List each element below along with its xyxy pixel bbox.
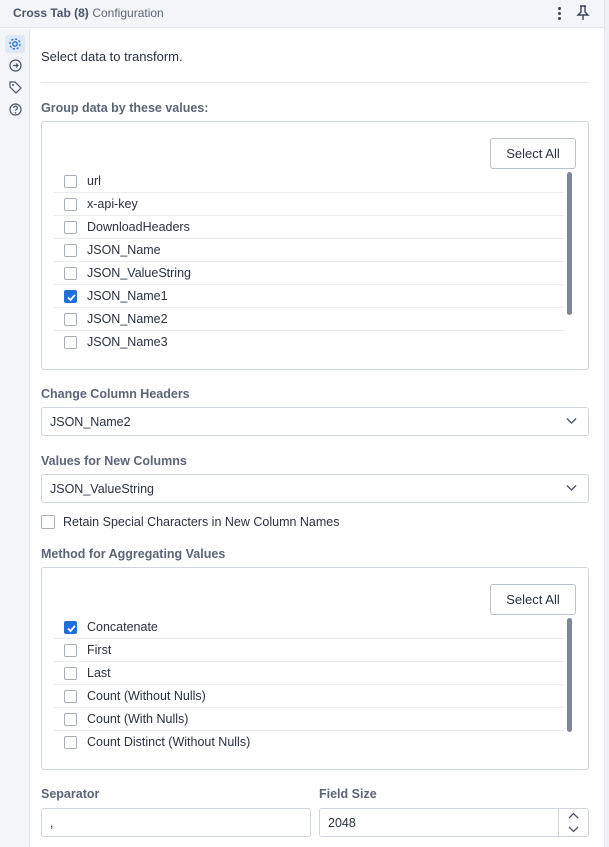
list-item[interactable]: x-api-key	[54, 193, 564, 216]
item-checkbox[interactable]	[64, 336, 77, 349]
item-checkbox[interactable]	[64, 713, 77, 726]
pin-icon[interactable]	[576, 5, 590, 21]
separator-label: Separator	[41, 787, 100, 801]
field-size-stepper[interactable]	[558, 809, 588, 836]
item-label: Concatenate	[87, 620, 158, 634]
item-label: JSON_ValueString	[87, 266, 191, 280]
item-checkbox[interactable]	[64, 621, 77, 634]
list-item[interactable]: JSON_Name2	[54, 308, 564, 331]
list-item[interactable]: Count (Without Nulls)	[54, 685, 564, 708]
field-size-input[interactable]	[319, 808, 589, 837]
item-label: x-api-key	[87, 197, 138, 211]
gear-icon[interactable]	[5, 35, 25, 53]
chevron-down-icon	[568, 826, 579, 833]
item-checkbox[interactable]	[64, 267, 77, 280]
list-item[interactable]: Last	[54, 662, 564, 685]
item-label: JSON_Name1	[87, 289, 168, 303]
group-by-label: Group data by these values:	[41, 101, 209, 115]
chevron-up-icon	[568, 812, 579, 819]
item-label: JSON_Name	[87, 243, 161, 257]
list-item[interactable]: Count Distinct (Without Nulls)	[54, 731, 564, 754]
headers-dropdown[interactable]: JSON_Name2	[41, 407, 589, 436]
window-subtitle: - Configuration	[85, 6, 164, 20]
headers-value: JSON_Name2	[50, 415, 131, 429]
method-select-all-button[interactable]: Select All	[490, 584, 576, 615]
list-item[interactable]: JSON_Name1	[54, 285, 564, 308]
item-label: DownloadHeaders	[87, 220, 190, 234]
chevron-down-icon	[566, 418, 577, 424]
item-checkbox[interactable]	[64, 690, 77, 703]
connection-icon[interactable]	[9, 59, 22, 72]
check-icon	[67, 625, 76, 633]
panel-edge	[604, 0, 609, 847]
method-label: Method for Aggregating Values	[41, 547, 226, 561]
method-rows: Concatenate First Last Count (Without Nulls…	[54, 616, 564, 754]
list-item[interactable]: Concatenate	[54, 616, 564, 639]
item-label: Last	[87, 666, 111, 680]
tag-icon[interactable]	[9, 81, 22, 94]
method-scrollbar[interactable]	[567, 618, 572, 732]
retain-checkbox[interactable]	[41, 515, 55, 529]
item-label: JSON_Name3	[87, 335, 168, 349]
item-label: First	[87, 643, 112, 657]
item-label: JSON_Name2	[87, 312, 168, 326]
item-checkbox[interactable]	[64, 644, 77, 657]
help-icon[interactable]	[9, 103, 22, 116]
side-rail	[0, 29, 30, 847]
list-item[interactable]: JSON_Name	[54, 239, 564, 262]
separator-input[interactable]	[41, 808, 311, 837]
values-label: Values for New Columns	[41, 454, 187, 468]
list-item[interactable]: DownloadHeaders	[54, 216, 564, 239]
stepper-up-button[interactable]	[559, 809, 589, 822]
values-value: JSON_ValueString	[50, 482, 154, 496]
item-label: Count (With Nulls)	[87, 712, 189, 726]
list-item[interactable]: JSON_Name3	[54, 331, 564, 354]
item-label: Count (Without Nulls)	[87, 689, 206, 703]
method-list: Select All Concatenate First Last Count (Wi…	[41, 567, 589, 770]
field-size-label: Field Size	[319, 787, 377, 801]
check-icon	[67, 294, 76, 302]
config-panel: Select data to transform. Group data by …	[30, 29, 604, 847]
window-title: Cross Tab (8)	[13, 6, 89, 20]
list-item[interactable]: url	[54, 170, 564, 193]
item-checkbox[interactable]	[64, 736, 77, 749]
item-checkbox[interactable]	[64, 175, 77, 188]
list-item[interactable]: First	[54, 639, 564, 662]
title-bar: Cross Tab (8) - Configuration	[0, 0, 604, 28]
group-by-list: Select All url x-api-key DownloadHeaders JS…	[41, 121, 589, 370]
divider	[41, 82, 589, 83]
intro-text: Select data to transform.	[41, 49, 183, 64]
item-checkbox[interactable]	[64, 221, 77, 234]
item-checkbox[interactable]	[64, 290, 77, 303]
item-label: url	[87, 174, 101, 188]
values-dropdown[interactable]: JSON_ValueString	[41, 474, 589, 503]
chevron-down-icon	[566, 485, 577, 491]
kebab-icon[interactable]	[553, 5, 565, 23]
list-item[interactable]: JSON_ValueString	[54, 262, 564, 285]
item-checkbox[interactable]	[64, 313, 77, 326]
list-item[interactable]: Count (With Nulls)	[54, 708, 564, 731]
item-checkbox[interactable]	[64, 244, 77, 257]
headers-label: Change Column Headers	[41, 387, 190, 401]
retain-label: Retain Special Characters in New Column …	[63, 515, 340, 529]
item-checkbox[interactable]	[64, 198, 77, 211]
group-by-select-all-button[interactable]: Select All	[490, 138, 576, 169]
item-checkbox[interactable]	[64, 667, 77, 680]
item-label: Count Distinct (Without Nulls)	[87, 735, 251, 749]
group-by-scrollbar[interactable]	[567, 172, 572, 315]
group-by-rows: url x-api-key DownloadHeaders JSON_Name JSON…	[54, 170, 564, 354]
stepper-down-button[interactable]	[559, 823, 589, 836]
